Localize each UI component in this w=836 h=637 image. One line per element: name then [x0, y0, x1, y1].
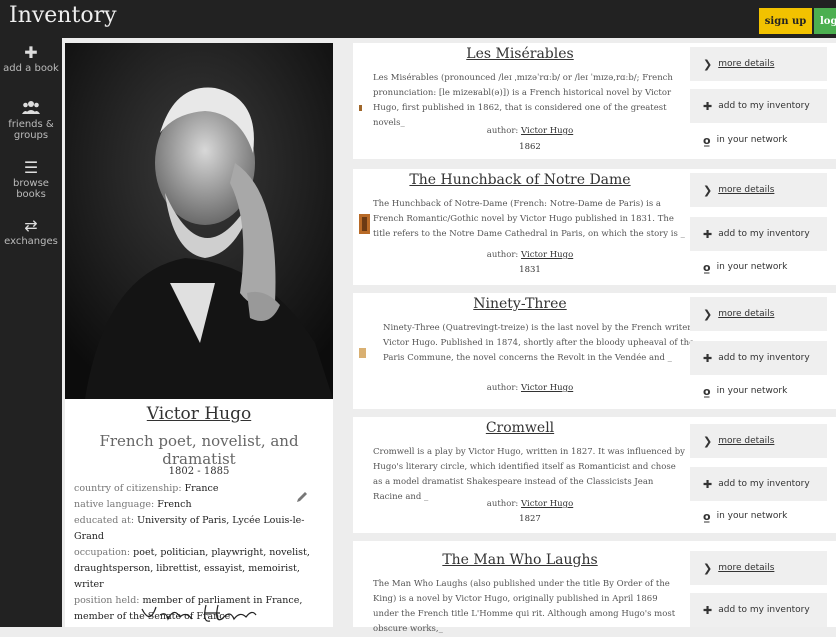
book-year: 1831 — [519, 265, 541, 275]
in-network-button[interactable]: o̲ in your network — [690, 379, 827, 403]
plus-icon: ✚ — [703, 603, 713, 617]
add-to-inventory-button[interactable]: ✚ add to my inventory — [690, 593, 827, 627]
book-description: Les Misérables (pronounced /leɪ ˌmɪzəˈrɑ… — [373, 73, 673, 128]
book-author-line: author: Victor Hugo — [486, 126, 574, 136]
book-title[interactable]: The Man Who Laughs — [353, 552, 687, 568]
book-cover-thumbnail[interactable] — [359, 96, 362, 115]
language-value: French — [157, 499, 192, 510]
more-details-button[interactable]: ❯ more details — [690, 47, 827, 81]
top-bar: Inventory sign up log — [0, 0, 836, 38]
user-network-icon: o̲ — [703, 260, 711, 274]
author-signature — [140, 601, 260, 632]
book-card: Cromwell Cromwell is a play by Victor Hu… — [353, 417, 836, 533]
in-network-button[interactable]: o̲ in your network — [690, 255, 827, 279]
book-author-link[interactable]: Victor Hugo — [521, 126, 573, 136]
book-author-line: author: Victor Hugo — [486, 250, 574, 260]
book-author-line: author: Victor Hugo — [486, 499, 574, 509]
chevron-right-icon: ❯ — [703, 561, 713, 575]
more-details-button[interactable]: ❯ more details — [690, 424, 827, 458]
more-details-button[interactable]: ❯ more details — [690, 551, 827, 585]
book-year: 1827 — [519, 514, 541, 524]
book-title[interactable]: Les Misérables — [353, 46, 687, 62]
sign-up-button[interactable]: sign up — [759, 8, 812, 34]
book-card: The Hunchback of Notre Dame The Hunchbac… — [353, 169, 836, 285]
add-to-inventory-button[interactable]: ✚ add to my inventory — [690, 341, 827, 375]
more-details-button[interactable]: ❯ more details — [690, 173, 827, 207]
in-network-button[interactable]: o̲ in your network — [690, 127, 827, 153]
book-description: The Man Who Laughs (also published under… — [373, 579, 676, 634]
add-to-inventory-button[interactable]: ✚ add to my inventory — [690, 89, 827, 123]
citizenship-value: France — [184, 483, 219, 494]
author-dates: 1802 - 1885 — [168, 466, 230, 477]
book-title[interactable]: Ninety-Three — [353, 296, 687, 312]
chevron-right-icon: ❯ — [703, 183, 713, 197]
chevron-right-icon: ❯ — [703, 57, 713, 71]
book-title[interactable]: The Hunchback of Notre Dame — [353, 172, 687, 188]
book-title[interactable]: Cromwell — [353, 420, 687, 436]
book-description: Cromwell is a play by Victor Hugo, writt… — [373, 447, 685, 502]
plus-icon: ✚ — [703, 227, 713, 241]
book-card: Ninety-Three Ninety-Three (Quatrevingt-t… — [353, 293, 836, 409]
add-to-inventory-button[interactable]: ✚ add to my inventory — [690, 467, 827, 501]
in-network-button[interactable]: o̲ in your network — [690, 505, 827, 527]
chevron-right-icon: ❯ — [703, 307, 713, 321]
user-network-icon: o̲ — [703, 384, 711, 398]
author-panel: Victor Hugo French poet, novelist, and d… — [65, 43, 333, 627]
book-card: The Man Who Laughs The Man Who Laughs (a… — [353, 541, 836, 634]
book-author-link[interactable]: Victor Hugo — [521, 383, 573, 393]
book-description: The Hunchback of Notre-Dame (French: Not… — [373, 199, 685, 239]
sidebar-item-label: exchanges — [4, 236, 58, 247]
plus-icon: ✚ — [703, 477, 713, 491]
book-author-link[interactable]: Victor Hugo — [521, 250, 573, 260]
app-title[interactable]: Inventory — [9, 3, 117, 28]
user-network-icon: o̲ — [703, 509, 711, 523]
author-description: French poet, novelist, and dramatist — [99, 432, 299, 468]
plus-icon: ✚ — [703, 99, 713, 113]
plus-icon: ✚ — [703, 351, 713, 365]
user-network-icon: o̲ — [703, 133, 711, 147]
book-card: Les Misérables Les Misérables (pronounce… — [353, 43, 836, 159]
sidebar-item-add-book[interactable]: ✚ add a book — [0, 43, 62, 75]
more-details-button[interactable]: ❯ more details — [690, 297, 827, 331]
plus-icon: ✚ — [24, 43, 38, 62]
list-icon: ☰ — [23, 158, 39, 177]
author-portrait — [65, 43, 333, 399]
book-year: 1862 — [519, 142, 541, 152]
sidebar-item-label: browse books — [13, 178, 49, 200]
book-author-link[interactable]: Victor Hugo — [521, 499, 573, 509]
users-icon — [0, 100, 62, 117]
login-button[interactable]: log — [814, 8, 836, 34]
sidebar-item-friends-groups[interactable]: friends & groups — [0, 100, 62, 141]
author-name[interactable]: Victor Hugo — [65, 404, 333, 424]
add-to-inventory-button[interactable]: ✚ add to my inventory — [690, 217, 827, 251]
book-author-line: author: Victor Hugo — [486, 383, 574, 393]
sidebar-item-label: add a book — [3, 63, 59, 74]
sidebar-item-browse-books[interactable]: ☰ browse books — [0, 158, 62, 201]
book-cover-thumbnail[interactable] — [359, 214, 370, 238]
book-cover-thumbnail[interactable] — [359, 343, 366, 362]
exchange-arrows-icon: ⇄ — [24, 216, 38, 235]
sidebar: ✚ add a book friends & groups ☰ browse b… — [0, 38, 62, 627]
sidebar-item-label: friends & groups — [8, 119, 54, 141]
book-description: Ninety-Three (Quatrevingt-treize) is the… — [383, 323, 695, 363]
sidebar-item-exchanges[interactable]: ⇄ exchanges — [0, 216, 62, 248]
chevron-right-icon: ❯ — [703, 434, 713, 448]
